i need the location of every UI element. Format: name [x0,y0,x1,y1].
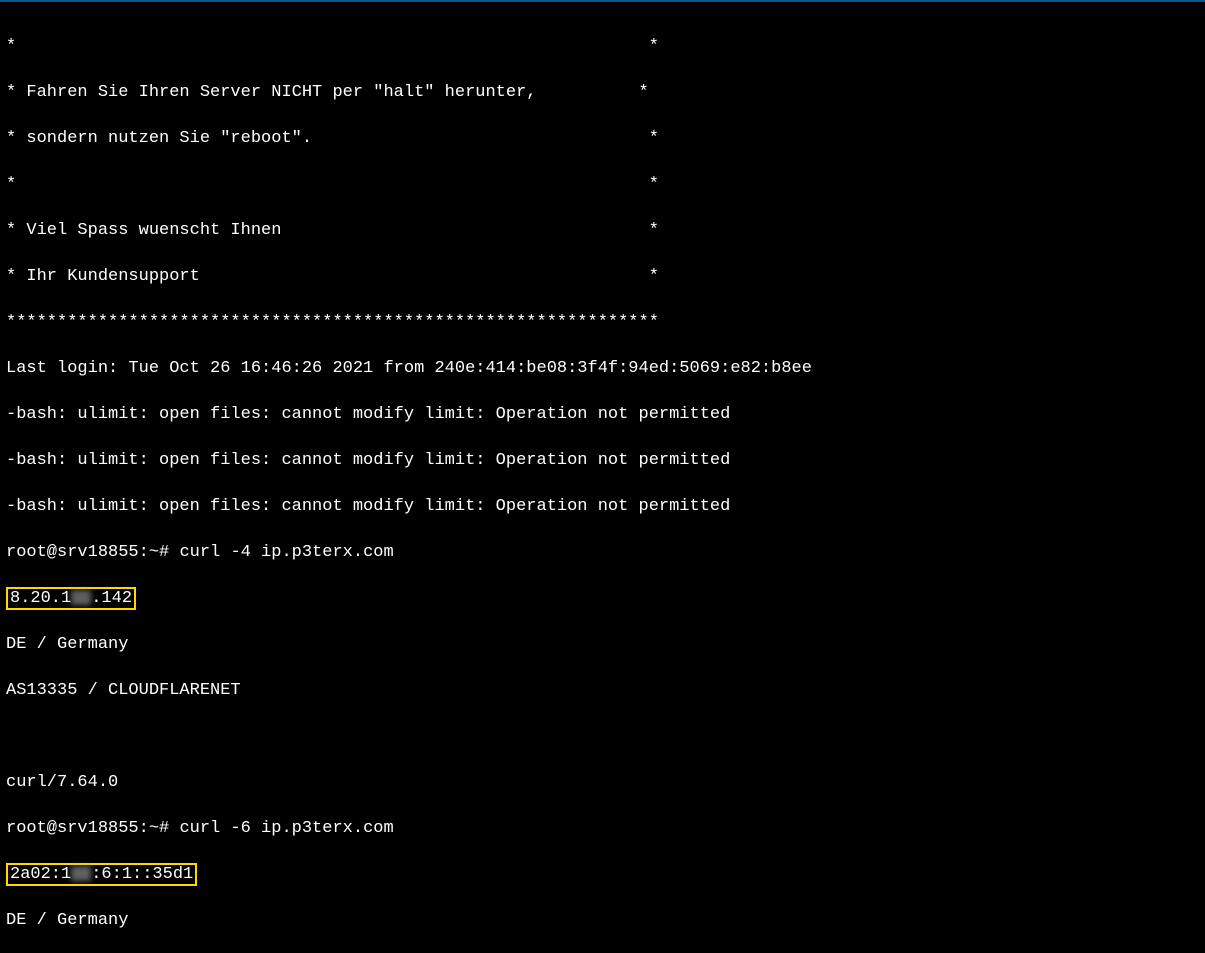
bash-error: -bash: ulimit: open files: cannot modify… [6,449,1199,472]
ipv4-part1: 8.20.1 [10,589,71,608]
ipv4-location: DE / Germany [6,633,1199,656]
bash-error: -bash: ulimit: open files: cannot modify… [6,403,1199,426]
last-login: Last login: Tue Oct 26 16:46:26 2021 fro… [6,357,1199,380]
motd-line: * Fahren Sie Ihren Server NICHT per "hal… [6,81,1199,104]
ipv4-output: 8.20.1 .142 [6,587,1199,610]
motd-line: * Ihr Kundensupport * [6,265,1199,288]
motd-line: * Viel Spass wuenscht Ihnen * [6,219,1199,242]
ipv4-part2: .142 [91,589,132,608]
highlight-box: 2a02:1 :6:1::35d1 [6,863,197,886]
ipv6-location: DE / Germany [6,909,1199,932]
ipv4-asn: AS13335 / CLOUDFLARENET [6,679,1199,702]
prompt-line: root@srv18855:~# curl -6 ip.p3terx.com [6,817,1199,840]
bash-error: -bash: ulimit: open files: cannot modify… [6,495,1199,518]
redacted-ip [71,866,91,881]
redacted-ip [71,590,91,605]
command-curl6: curl -6 ip.p3terx.com [179,819,393,838]
motd-line: ****************************************… [6,311,1199,334]
blank-line [6,725,1199,748]
curl-ua: curl/7.64.0 [6,771,1199,794]
motd-line: * * [6,35,1199,58]
terminal[interactable]: * * * Fahren Sie Ihren Server NICHT per … [0,0,1205,953]
highlight-box: 8.20.1 .142 [6,587,136,610]
prompt-line: root@srv18855:~# curl -4 ip.p3terx.com [6,541,1199,564]
ipv6-part1: 2a02:1 [10,865,71,884]
command-curl4: curl -4 ip.p3terx.com [179,543,393,562]
motd-line: * * [6,173,1199,196]
prompt: root@srv18855:~# [6,819,179,838]
motd-line: * sondern nutzen Sie "reboot". * [6,127,1199,150]
prompt: root@srv18855:~# [6,543,179,562]
ipv6-part2: :6:1::35d1 [91,865,193,884]
ipv6-output: 2a02:1 :6:1::35d1 [6,863,1199,886]
